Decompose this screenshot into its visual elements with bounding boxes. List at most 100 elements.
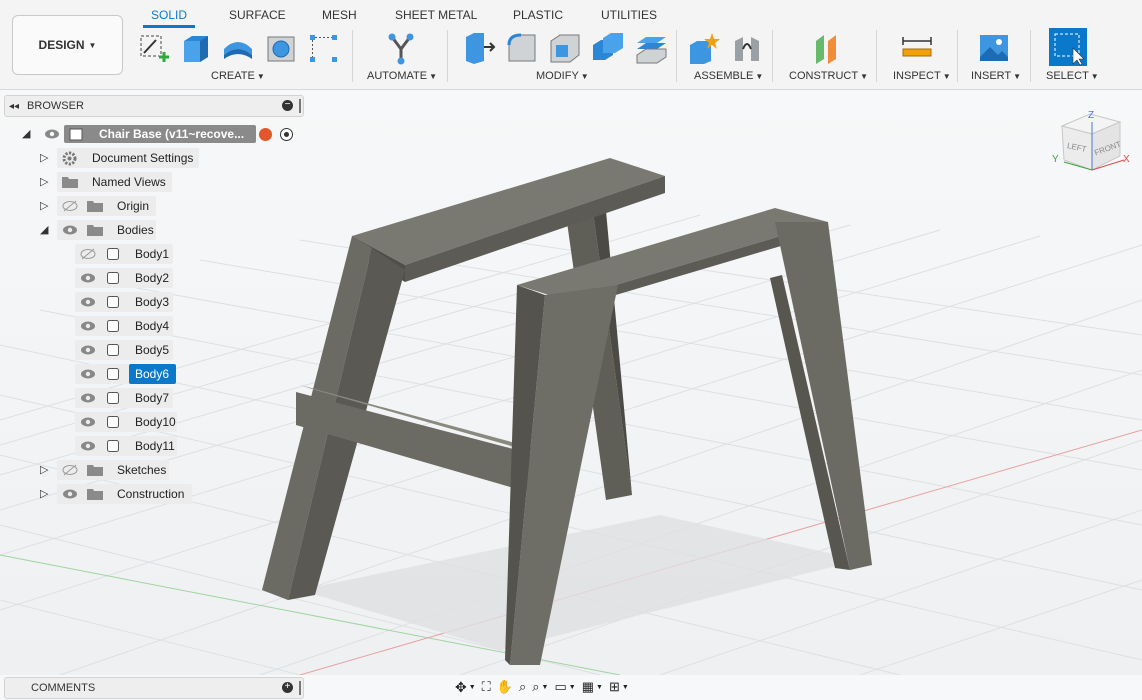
browser-title: BROWSER (27, 100, 84, 112)
origin-label: Origin (117, 199, 150, 213)
body-label: Body10 (135, 415, 176, 429)
look-at-icon[interactable]: ⛶ (482, 679, 491, 695)
hole-icon[interactable] (264, 31, 298, 65)
design-workspace-button[interactable]: DESIGN ▼ (12, 15, 123, 75)
automate-menu[interactable]: AUTOMATE ▼ (367, 70, 437, 82)
automate-icon[interactable] (384, 31, 418, 65)
document-icon (69, 128, 83, 141)
tab-sheet-metal[interactable]: SHEET METAL (395, 0, 477, 28)
zoom-icon[interactable]: ⌕ (519, 679, 526, 695)
new-component-icon[interactable] (687, 31, 721, 65)
replace-face-icon[interactable] (634, 31, 668, 65)
document-settings-label: Document Settings (92, 151, 194, 165)
visibility-eye-icon[interactable] (62, 224, 78, 236)
navigation-bar: ✥ ▼ ⛶ ✋ ⌕ ⌕ ▼ ▭ ▼ ▦ ▼ ⊞ ▼ (455, 678, 629, 696)
ribbon-toolbar: DESIGN ▼ SOLID SURFACE MESH SHEET METAL … (0, 0, 1142, 90)
sketches-label: Sketches (117, 463, 167, 477)
insert-menu[interactable]: INSERT ▼ (971, 70, 1021, 82)
press-pull-icon[interactable] (462, 31, 496, 65)
activate-radio-icon[interactable] (280, 128, 293, 141)
modify-menu[interactable]: MODIFY ▼ (536, 70, 589, 82)
body-icon (107, 272, 119, 284)
shell-icon[interactable] (548, 31, 582, 65)
tab-solid[interactable]: SOLID (142, 0, 196, 28)
folder-icon (62, 177, 78, 188)
body-icon (107, 320, 119, 332)
body-label: Body11 (135, 439, 175, 453)
visibility-eye-icon[interactable] (80, 392, 96, 404)
tab-surface[interactable]: SURFACE (229, 0, 286, 28)
collapse-triangle-icon[interactable]: ◢ (22, 128, 34, 140)
minus-icon[interactable]: − (282, 100, 293, 111)
orbit-icon[interactable]: ✥ (455, 679, 467, 696)
viewcube[interactable]: Z LEFT FRONT X Y (1052, 108, 1136, 180)
visibility-eye-icon[interactable] (80, 440, 96, 452)
caret-down-icon: ▼ (88, 40, 97, 50)
select-menu[interactable]: SELECT ▼ (1046, 70, 1099, 82)
joint-icon[interactable] (730, 31, 764, 65)
create-sketch-icon[interactable] (137, 31, 171, 65)
visibility-eye-icon[interactable] (80, 416, 96, 428)
body-icon (107, 296, 119, 308)
body-icon (107, 440, 119, 452)
pattern-icon[interactable] (306, 31, 340, 65)
extrude-icon[interactable] (178, 31, 212, 65)
collapse-triangle-icon[interactable]: ◢ (40, 224, 52, 236)
viewports-icon[interactable]: ⊞ (609, 679, 620, 695)
body-label-selected[interactable]: Body6 (135, 367, 169, 381)
document-name: Chair Base (v11~recove... (99, 127, 245, 141)
visibility-eye-icon[interactable] (80, 344, 96, 356)
expand-triangle-icon[interactable]: ▷ (40, 152, 52, 164)
collapse-panel-icon[interactable]: ◂◂ (9, 101, 19, 112)
zoom-window-icon[interactable]: ⌕ (532, 679, 539, 695)
body-label: Body1 (135, 247, 170, 261)
offset-plane-icon[interactable] (810, 31, 844, 65)
bodies-label: Bodies (117, 223, 154, 237)
hidden-eye-icon[interactable] (62, 200, 78, 212)
display-settings-icon[interactable]: ▭ (554, 679, 566, 695)
expand-triangle-icon[interactable]: ▷ (40, 200, 52, 212)
body-icon (107, 368, 119, 380)
grid-settings-icon[interactable]: ▦ (582, 679, 594, 695)
expand-triangle-icon[interactable]: ▷ (40, 176, 52, 188)
add-comment-icon[interactable]: + (282, 682, 293, 693)
tab-utilities[interactable]: UTILITIES (601, 0, 657, 28)
select-icon[interactable] (1049, 28, 1087, 66)
hidden-eye-icon[interactable] (80, 248, 96, 260)
visibility-eye-icon[interactable] (80, 320, 96, 332)
viewcube-y-label: Y (1052, 154, 1059, 165)
expand-triangle-icon[interactable]: ▷ (40, 488, 52, 500)
visibility-eye-icon[interactable] (80, 296, 96, 308)
visibility-eye-icon[interactable] (80, 368, 96, 380)
body-icon (107, 248, 119, 260)
insert-image-icon[interactable] (977, 31, 1011, 65)
body-label: Body7 (135, 391, 170, 405)
measure-icon[interactable] (900, 31, 934, 65)
warning-badge-icon[interactable] (259, 128, 272, 141)
pan-hand-icon[interactable]: ✋ (497, 679, 513, 695)
revolve-icon[interactable] (221, 31, 255, 65)
hidden-eye-icon[interactable] (62, 464, 78, 476)
tab-mesh[interactable]: MESH (322, 0, 357, 28)
construct-menu[interactable]: CONSTRUCT ▼ (789, 70, 868, 82)
comments-panel-header[interactable]: COMMENTS + (4, 677, 304, 699)
ribbon-separator (447, 30, 448, 82)
fillet-icon[interactable] (505, 31, 539, 65)
body-label: Body5 (135, 343, 170, 357)
gear-icon (62, 151, 77, 166)
panel-grip-icon[interactable] (299, 681, 301, 695)
visibility-eye-icon[interactable] (62, 488, 78, 500)
visibility-eye-icon[interactable] (80, 272, 96, 284)
assemble-menu[interactable]: ASSEMBLE ▼ (694, 70, 763, 82)
panel-grip-icon[interactable] (299, 99, 301, 113)
body-icon (107, 392, 119, 404)
viewcube-x-label: X (1123, 154, 1130, 165)
combine-icon[interactable] (591, 31, 625, 65)
create-menu[interactable]: CREATE ▼ (211, 70, 265, 82)
browser-panel-header[interactable]: ◂◂ BROWSER − (4, 95, 304, 117)
expand-triangle-icon[interactable]: ▷ (40, 464, 52, 476)
viewcube-z-label: Z (1088, 110, 1095, 121)
inspect-menu[interactable]: INSPECT ▼ (893, 70, 951, 82)
visibility-eye-icon[interactable] (44, 128, 60, 140)
tab-plastic[interactable]: PLASTIC (513, 0, 563, 28)
